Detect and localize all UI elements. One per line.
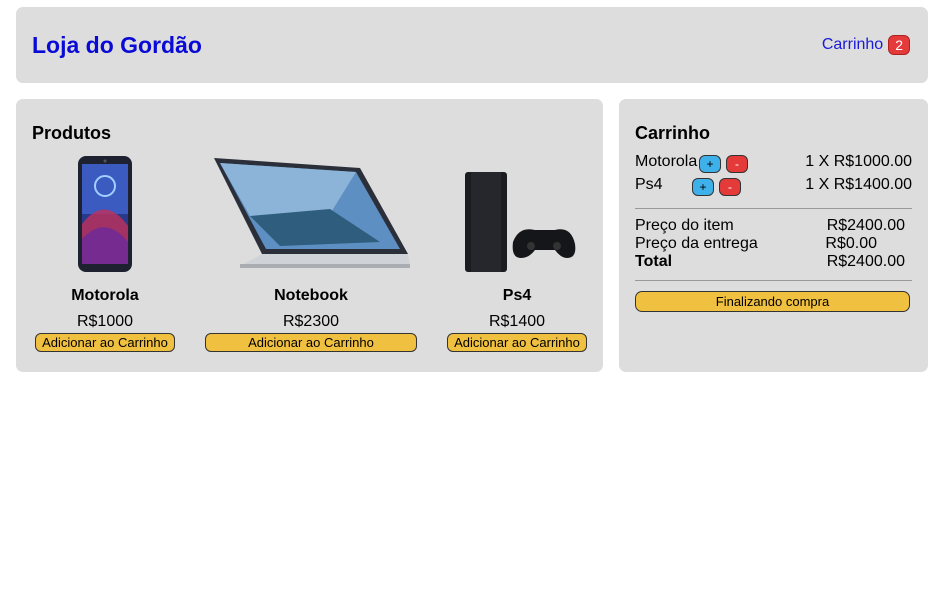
decrease-quantity-button[interactable]: - bbox=[719, 178, 741, 196]
checkout-button[interactable]: Finalizando compra bbox=[635, 291, 910, 312]
cart-item: Motorola + - 1 X R$1000.00 bbox=[635, 153, 912, 175]
item-price-label: Preço do item bbox=[635, 217, 734, 234]
cart-panel: Carrinho Motorola + - 1 X R$1000.00 Ps4 … bbox=[619, 99, 928, 372]
add-to-cart-button[interactable]: Adicionar ao Carrinho bbox=[205, 333, 417, 352]
cart-title: Carrinho bbox=[635, 123, 711, 143]
item-price-value: R$2400.00 bbox=[826, 217, 905, 234]
product-card: Motorola R$1000 Adicionar ao Carrinho bbox=[34, 149, 176, 352]
add-to-cart-button[interactable]: Adicionar ao Carrinho bbox=[35, 333, 175, 352]
product-name: Motorola bbox=[71, 287, 139, 304]
brand-logo-link[interactable]: Loja do Gordão bbox=[32, 32, 202, 59]
summary-total-row: Total R$2400.00 bbox=[635, 253, 905, 271]
cart-item-quantity-price: 1 X R$1400.00 bbox=[805, 176, 912, 193]
phone-image bbox=[76, 149, 134, 279]
divider bbox=[635, 280, 912, 281]
summary-item-price-row: Preço do item R$2400.00 bbox=[635, 217, 905, 235]
add-to-cart-button[interactable]: Adicionar ao Carrinho bbox=[447, 333, 587, 352]
shipping-label: Preço da entrega bbox=[635, 235, 758, 252]
console-image bbox=[457, 149, 577, 279]
products-panel: Produtos Motorola R$1000 Adicionar ao Ca… bbox=[16, 99, 603, 372]
products-title: Produtos bbox=[32, 123, 111, 143]
cart-item-name: Motorola bbox=[635, 153, 698, 170]
header-bar: Loja do Gordão Carrinho 2 bbox=[16, 7, 928, 83]
decrease-quantity-button[interactable]: - bbox=[726, 155, 748, 173]
increase-quantity-button[interactable]: + bbox=[692, 178, 714, 196]
cart-count-badge: 2 bbox=[888, 35, 910, 55]
laptop-image bbox=[210, 149, 412, 279]
product-card: Notebook R$2300 Adicionar ao Carrinho bbox=[205, 149, 417, 352]
header-cart-link[interactable]: Carrinho 2 bbox=[822, 35, 910, 55]
product-price: R$1400 bbox=[488, 313, 546, 330]
product-name: Ps4 bbox=[502, 287, 532, 304]
product-price: R$2300 bbox=[282, 313, 340, 330]
total-value: R$2400.00 bbox=[826, 253, 905, 270]
increase-quantity-button[interactable]: + bbox=[699, 155, 721, 173]
shipping-value: R$0.00 bbox=[825, 235, 877, 252]
header-cart-label: Carrinho bbox=[821, 36, 884, 53]
product-price: R$1000 bbox=[76, 313, 134, 330]
total-label: Total bbox=[635, 253, 673, 270]
cart-item-name: Ps4 bbox=[635, 176, 663, 193]
product-name: Notebook bbox=[274, 287, 348, 304]
divider bbox=[635, 208, 912, 209]
cart-item: Ps4 + - 1 X R$1400.00 bbox=[635, 176, 912, 198]
product-card: Ps4 R$1400 Adicionar ao Carrinho bbox=[446, 149, 588, 352]
summary-shipping-row: Preço da entrega R$0.00 bbox=[635, 235, 905, 253]
cart-item-quantity-price: 1 X R$1000.00 bbox=[805, 153, 912, 170]
